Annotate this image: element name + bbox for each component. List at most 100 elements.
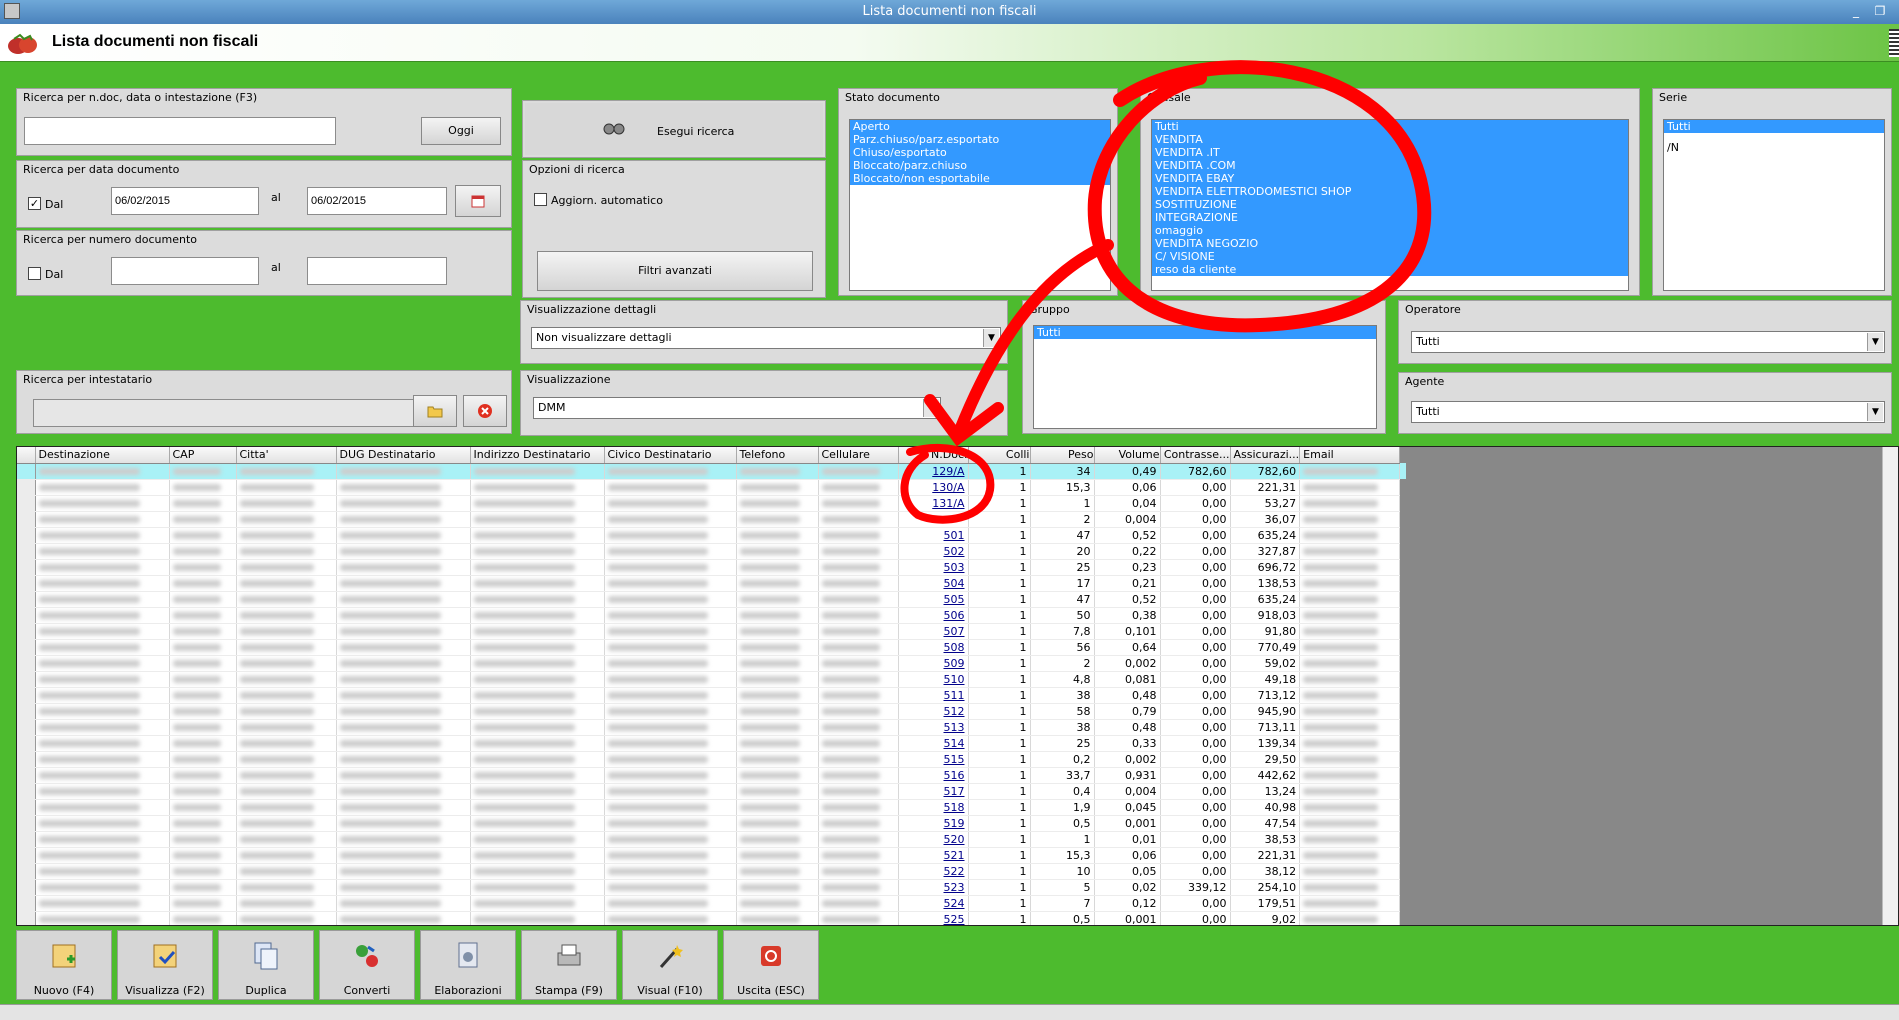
date-to-input[interactable] [307,187,447,215]
row-indicator[interactable] [17,719,36,736]
column-header[interactable]: N.Doc. [898,447,969,464]
table-row[interactable]: 514 1 25 0,33 0,00 139,34 [17,735,1407,752]
table-row[interactable]: 511 1 38 0,48 0,00 713,12 [17,687,1407,704]
row-indicator[interactable] [17,671,36,688]
list-item[interactable]: Tutti [1152,120,1628,133]
column-header[interactable]: CAP [169,447,237,464]
row-indicator[interactable] [17,735,36,752]
doc-number-link[interactable]: 520 [898,831,969,848]
doc-number-link[interactable]: 129/A [898,463,969,480]
list-item[interactable]: VENDITA EBAY [1152,172,1628,185]
doc-number-link[interactable]: 131/A [898,495,969,512]
column-header[interactable]: Peso [1030,447,1095,464]
doc-number-link[interactable]: 502 [898,543,969,560]
status-list[interactable]: Aperto Parz.chiuso/parz.esportato Chiuso/e… [849,119,1111,291]
doc-number-link[interactable]: 509 [898,655,969,672]
table-row[interactable]: 129/A 1 34 0,49 782,60 782,60 [17,463,1407,480]
column-header[interactable]: Civico Destinatario [604,447,737,464]
row-indicator[interactable] [17,463,36,480]
list-item[interactable]: VENDITA [1152,133,1628,146]
series-list[interactable]: Tutti/N [1663,119,1885,291]
reason-list[interactable]: Tutti VENDITA VENDITA .IT VENDITA .COM VENDI… [1151,119,1629,291]
table-row[interactable]: 501 1 47 0,52 0,00 635,24 [17,527,1407,544]
table-row[interactable]: 518 1 1,9 0,045 0,00 40,98 [17,799,1407,816]
list-item[interactable]: Tutti [1664,120,1884,133]
column-header[interactable]: Indirizzo Destinatario [470,447,605,464]
column-header[interactable]: Cellulare [818,447,899,464]
table-row[interactable]: 523 1 5 0,02 339,12 254,10 [17,879,1407,896]
row-indicator[interactable] [17,511,36,528]
doc-number-link[interactable]: 519 [898,815,969,832]
table-row[interactable]: 508 1 56 0,64 0,00 770,49 [17,639,1407,656]
toolbar-button[interactable]: Uscita (ESC) [723,930,819,1000]
table-row[interactable]: 1 2 0,004 0,00 36,07 [17,511,1407,528]
list-item[interactable]: VENDITA NEGOZIO [1152,237,1628,250]
row-indicator[interactable] [17,479,36,496]
doc-number-link[interactable]: 525 [898,911,969,925]
list-item[interactable]: omaggio [1152,224,1628,237]
clear-holder-button[interactable] [463,395,507,427]
row-indicator[interactable] [17,799,36,816]
list-item[interactable]: VENDITA .IT [1152,146,1628,159]
column-header[interactable]: Citta' [236,447,337,464]
column-header[interactable]: Email [1299,447,1401,464]
doc-number-link[interactable]: 514 [898,735,969,752]
auto-update-checkbox[interactable] [534,193,547,206]
doc-number-link[interactable]: 501 [898,527,969,544]
list-item[interactable]: /N [1664,141,1884,154]
table-row[interactable]: 505 1 47 0,52 0,00 635,24 [17,591,1407,608]
list-item[interactable]: reso da cliente [1152,263,1628,276]
row-indicator[interactable] [17,911,36,925]
column-header[interactable]: Volume [1094,447,1161,464]
table-row[interactable]: 515 1 0,2 0,002 0,00 29,50 [17,751,1407,768]
row-indicator[interactable] [17,751,36,768]
details-combo[interactable]: Non visualizzare dettagli ▼ [531,327,1001,349]
chevron-down-icon[interactable]: ▼ [983,329,999,347]
doc-number-link[interactable]: 504 [898,575,969,592]
row-indicator[interactable] [17,895,36,912]
table-row[interactable]: 507 1 7,8 0,101 0,00 91,80 [17,623,1407,640]
doc-number-link[interactable]: 510 [898,671,969,688]
row-indicator[interactable] [17,879,36,896]
doc-number-link[interactable]: 507 [898,623,969,640]
doc-number-link[interactable]: 506 [898,607,969,624]
doc-number-link[interactable]: 505 [898,591,969,608]
list-item[interactable]: Bloccato/non esportabile [850,172,1110,185]
toolbar-button[interactable]: Nuovo (F4) [16,930,112,1000]
list-item[interactable]: Parz.chiuso/parz.esportato [850,133,1110,146]
doc-number-link[interactable]: 513 [898,719,969,736]
group-list[interactable]: Tutti [1033,325,1377,429]
row-indicator[interactable] [17,623,36,640]
doc-number-link[interactable]: 515 [898,751,969,768]
table-row[interactable]: 131/A 1 1 0,04 0,00 53,27 [17,495,1407,512]
number-from-checkbox[interactable] [28,267,41,280]
table-row[interactable]: 504 1 17 0,21 0,00 138,53 [17,575,1407,592]
chevron-down-icon[interactable]: ▼ [1867,333,1883,351]
chevron-down-icon[interactable]: ▼ [923,399,939,417]
table-row[interactable]: 516 1 33,7 0,931 0,00 442,62 [17,767,1407,784]
doc-number-link[interactable]: 516 [898,767,969,784]
minimize-icon[interactable]: _ [1847,3,1865,19]
column-header[interactable]: DUG Destinatario [336,447,471,464]
table-row[interactable]: 517 1 0,4 0,004 0,00 13,24 [17,783,1407,800]
advanced-filters-button[interactable]: Filtri avanzati [537,251,813,291]
table-row[interactable]: 513 1 38 0,48 0,00 713,11 [17,719,1407,736]
table-row[interactable]: 130/A 1 15,3 0,06 0,00 221,31 [17,479,1407,496]
row-indicator[interactable] [17,607,36,624]
row-indicator[interactable] [17,543,36,560]
row-indicator[interactable] [17,703,36,720]
chevron-down-icon[interactable]: ▼ [1867,403,1883,421]
date-from-checkbox[interactable]: ✓ [28,197,41,210]
restore-icon[interactable]: ❐ [1871,3,1889,19]
doc-number-link[interactable]: 511 [898,687,969,704]
column-header[interactable]: Telefono [736,447,819,464]
table-row[interactable]: 521 1 15,3 0,06 0,00 221,31 [17,847,1407,864]
agent-combo[interactable]: Tutti ▼ [1411,401,1885,423]
row-indicator[interactable] [17,767,36,784]
doc-number-link[interactable] [898,511,969,528]
row-indicator[interactable] [17,783,36,800]
table-row[interactable]: 520 1 1 0,01 0,00 38,53 [17,831,1407,848]
list-item[interactable]: VENDITA .COM [1152,159,1628,172]
doc-number-link[interactable]: 130/A [898,479,969,496]
holder-input[interactable] [33,399,415,427]
